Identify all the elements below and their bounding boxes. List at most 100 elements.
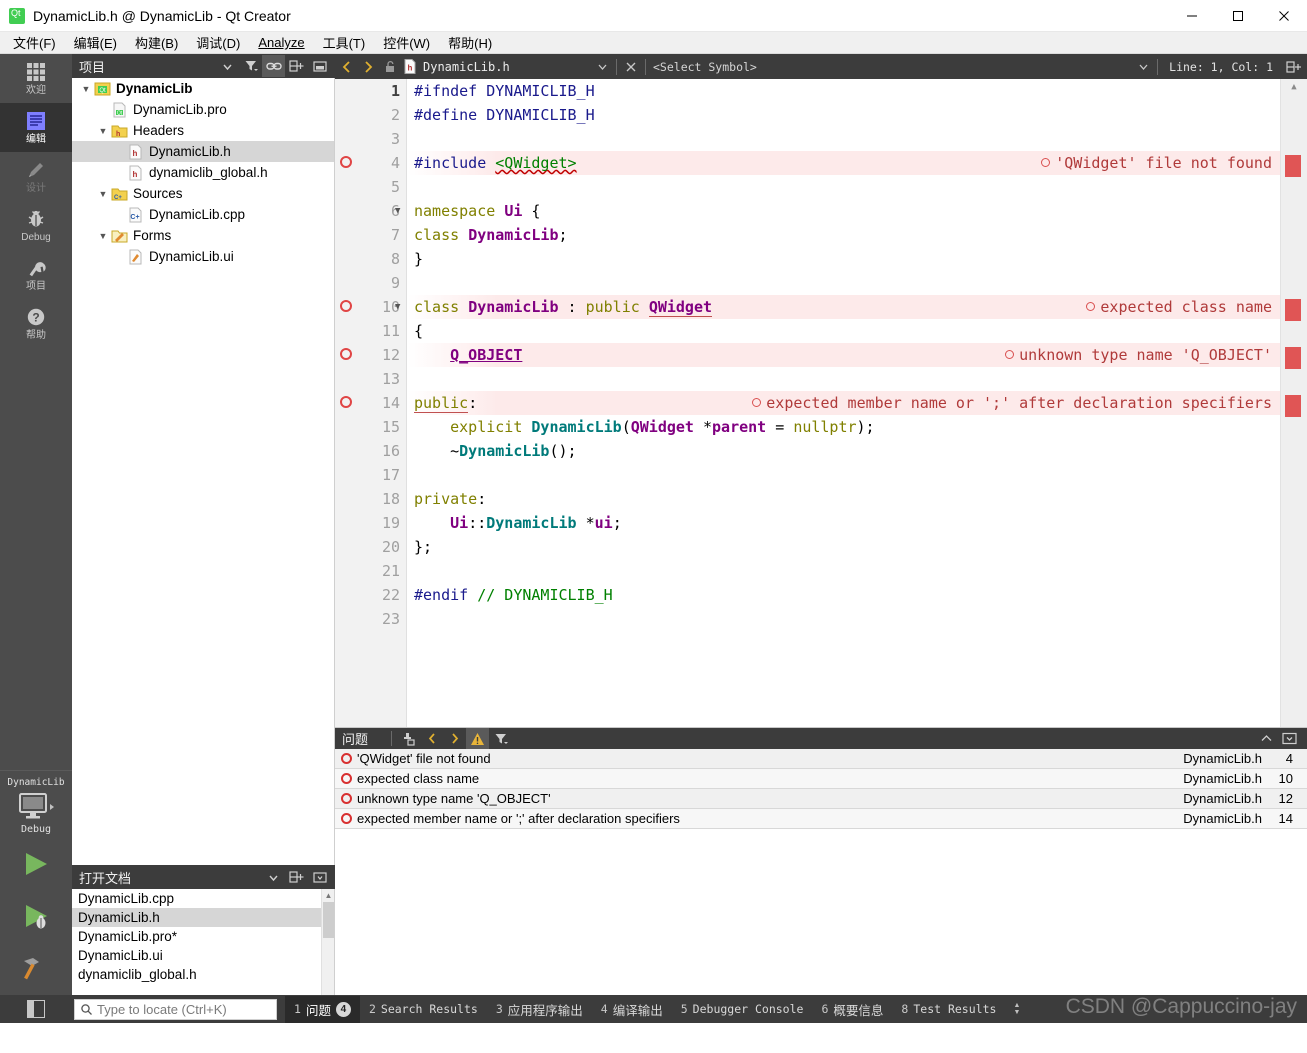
menu-file[interactable]: 文件(F) xyxy=(4,31,65,54)
editor-gutter[interactable]: 1 2 3 4 5 6 ▼ 7 8 9 10 ▼ 11 12 13 14 15 16… xyxy=(335,79,407,727)
split-icon[interactable] xyxy=(285,55,308,77)
warning-filter-icon[interactable] xyxy=(466,727,490,750)
minimize-icon[interactable] xyxy=(1169,0,1215,32)
tree-item-dynamiclib-h[interactable]: h DynamicLib.h xyxy=(72,141,334,162)
scrollbar-error-marker[interactable] xyxy=(1285,155,1301,177)
back-arrow-icon[interactable] xyxy=(335,54,357,79)
copy-icon[interactable] xyxy=(397,728,420,750)
menu-edit[interactable]: 编辑(E) xyxy=(65,31,126,54)
collapse-icon[interactable] xyxy=(308,55,331,77)
menu-help[interactable]: 帮助(H) xyxy=(439,31,501,54)
forward-arrow-icon[interactable] xyxy=(357,54,379,79)
chevron-down-icon[interactable]: ▼ xyxy=(95,189,111,199)
sidebar-toggle-button[interactable] xyxy=(0,1000,72,1018)
output-tab-compile-output[interactable]: 4 编译输出 xyxy=(592,996,672,1023)
unlocked-padlock-icon[interactable] xyxy=(379,54,401,79)
menu-widgets[interactable]: 控件(W) xyxy=(374,31,439,54)
tree-item-dynamiclib-ui[interactable]: DynamicLib.ui xyxy=(72,246,334,267)
link-icon[interactable] xyxy=(262,55,285,77)
scrollbar-thumb[interactable] xyxy=(323,902,334,938)
code-token: nullptr xyxy=(793,418,857,436)
chevron-down-icon[interactable]: ▼ xyxy=(95,231,111,241)
file-selector-combo[interactable]: h DynamicLib.h xyxy=(401,59,591,74)
error-marker-icon[interactable] xyxy=(340,348,352,360)
symbol-selector[interactable]: <Select Symbol> xyxy=(649,60,1132,74)
issues-list[interactable]: 'QWidget' file not found DynamicLib.h 4 … xyxy=(335,749,1307,995)
error-marker-icon[interactable] xyxy=(340,300,352,312)
menu-tools[interactable]: 工具(T) xyxy=(314,31,375,54)
mode-button-projects[interactable]: 项目 xyxy=(0,250,72,299)
chevron-down-icon[interactable] xyxy=(216,55,239,77)
chevron-down-icon[interactable]: ▼ xyxy=(78,84,94,94)
updown-arrows-icon[interactable]: ▲ ▼ xyxy=(1005,1002,1028,1016)
output-tab-search-results[interactable]: 2 Search Results xyxy=(360,998,487,1020)
chevron-down-icon[interactable]: ▼ xyxy=(95,126,111,136)
menu-debug[interactable]: 调试(D) xyxy=(187,31,249,54)
menu-analyze[interactable]: Analyze xyxy=(249,33,313,52)
project-tree[interactable]: ▼ Qt DynamicLib Qt DynamicLib.pro ▼ h He… xyxy=(72,78,335,865)
tree-item-dynamiclib-project[interactable]: ▼ Qt DynamicLib xyxy=(72,78,334,99)
tree-item-sources-folder[interactable]: ▼ C+ Sources xyxy=(72,183,334,204)
chevron-up-icon[interactable]: ▲ xyxy=(1281,79,1307,95)
scrollbar-error-marker[interactable] xyxy=(1285,395,1301,417)
close-icon[interactable] xyxy=(620,54,642,79)
prev-issue-icon[interactable] xyxy=(420,728,443,750)
scrollbar-error-marker[interactable] xyxy=(1285,299,1301,321)
fold-chevron-down-icon[interactable]: ▼ xyxy=(395,199,400,223)
mode-button-edit[interactable]: 编辑 xyxy=(0,103,72,152)
scrollbar-error-marker[interactable] xyxy=(1285,347,1301,369)
issue-row[interactable]: expected member name or ';' after declar… xyxy=(335,809,1307,829)
open-document-item[interactable]: DynamicLib.pro* xyxy=(72,927,334,946)
error-marker-icon[interactable] xyxy=(340,396,352,408)
open-documents-scrollbar[interactable]: ▲ xyxy=(321,889,334,995)
menu-build[interactable]: 构建(B) xyxy=(126,31,187,54)
chevron-down-icon[interactable] xyxy=(262,866,285,888)
tree-item-headers-folder[interactable]: ▼ h Headers xyxy=(72,120,334,141)
code-token: DYNAMICLIB_H xyxy=(486,82,595,100)
run-button[interactable] xyxy=(0,839,72,891)
tree-item-dynamiclib-pro[interactable]: Qt DynamicLib.pro xyxy=(72,99,334,120)
filter-icon[interactable] xyxy=(489,728,512,750)
code-editor[interactable]: 1 2 3 4 5 6 ▼ 7 8 9 10 ▼ 11 12 13 14 15 16… xyxy=(335,79,1307,727)
chevron-up-icon[interactable]: ▲ xyxy=(322,889,334,902)
open-document-item[interactable]: DynamicLib.cpp xyxy=(72,889,334,908)
open-documents-list[interactable]: DynamicLib.cpp DynamicLib.h DynamicLib.p… xyxy=(72,889,335,995)
chevron-down-icon[interactable] xyxy=(591,54,613,79)
fold-chevron-down-icon[interactable]: ▼ xyxy=(395,295,400,319)
mode-button-welcome[interactable]: 欢迎 xyxy=(0,54,72,103)
output-tab-general-messages[interactable]: 6 概要信息 xyxy=(812,996,892,1023)
chevron-down-icon[interactable] xyxy=(1132,54,1154,79)
output-tab-debugger-console[interactable]: 5 Debugger Console xyxy=(672,998,813,1020)
issue-row[interactable]: unknown type name 'Q_OBJECT' DynamicLib.… xyxy=(335,789,1307,809)
build-button[interactable] xyxy=(0,943,72,995)
filter-icon[interactable] xyxy=(239,55,262,77)
code-text-area[interactable]: #ifndef DYNAMICLIB_H #define DYNAMICLIB_… xyxy=(408,79,1280,727)
tree-item-dynamiclib-global-h[interactable]: h dynamiclib_global.h xyxy=(72,162,334,183)
chevron-up-icon[interactable] xyxy=(1255,728,1278,750)
kit-selector-button[interactable]: DynamicLib Debug xyxy=(0,770,72,839)
editor-scrollbar[interactable]: ▲ xyxy=(1280,79,1307,727)
issue-row[interactable]: expected class name DynamicLib.h 10 xyxy=(335,769,1307,789)
tree-item-dynamiclib-cpp[interactable]: C+ DynamicLib.cpp xyxy=(72,204,334,225)
split-icon[interactable] xyxy=(1281,54,1307,79)
output-tab-issues[interactable]: 1 问题 4 xyxy=(285,995,360,1023)
start-debugging-button[interactable] xyxy=(0,891,72,943)
output-tab-test-results[interactable]: 8 Test Results xyxy=(892,998,1005,1020)
mode-button-design[interactable]: 设计 xyxy=(0,152,72,201)
output-tab-app-output[interactable]: 3 应用程序输出 xyxy=(487,996,592,1023)
next-issue-icon[interactable] xyxy=(443,728,466,750)
open-document-item[interactable]: DynamicLib.h xyxy=(72,908,334,927)
mode-button-debug[interactable]: Debug xyxy=(0,201,72,250)
tree-item-forms-folder[interactable]: ▼ Forms xyxy=(72,225,334,246)
close-icon[interactable] xyxy=(308,866,331,888)
issue-row[interactable]: 'QWidget' file not found DynamicLib.h 4 xyxy=(335,749,1307,769)
open-document-item[interactable]: dynamiclib_global.h xyxy=(72,965,334,984)
close-icon[interactable] xyxy=(1261,0,1307,32)
open-document-item[interactable]: DynamicLib.ui xyxy=(72,946,334,965)
error-marker-icon[interactable] xyxy=(340,156,352,168)
split-icon[interactable] xyxy=(285,866,308,888)
mode-button-help[interactable]: ? 帮助 xyxy=(0,299,72,348)
maximize-pane-icon[interactable] xyxy=(1278,728,1301,750)
locator-input[interactable]: Type to locate (Ctrl+K) xyxy=(74,998,277,1020)
maximize-icon[interactable] xyxy=(1215,0,1261,32)
